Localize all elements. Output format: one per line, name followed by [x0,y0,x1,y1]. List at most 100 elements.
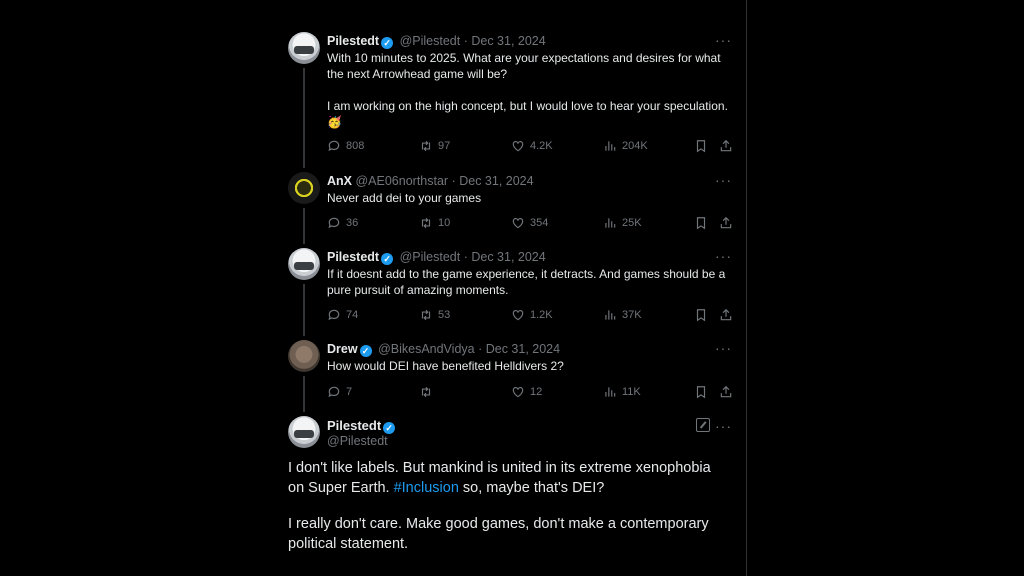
avatar[interactable] [288,248,320,280]
tweet-text: I don't like labels. But mankind is unit… [288,458,728,498]
bookmark-icon [694,385,708,399]
author-name[interactable]: Pilestedt [327,418,381,433]
more-options-icon[interactable]: ··· [715,340,732,356]
more-options-icon[interactable]: ··· [715,248,732,264]
tweet-text: With 10 minutes to 2025. What are your e… [327,50,737,130]
heart-icon [511,308,525,322]
reply-button[interactable]: 36 [327,216,358,230]
repost-icon [419,216,433,230]
heart-icon [511,385,525,399]
share-icon [719,139,733,153]
share-icon [719,385,733,399]
verified-badge-icon: ✓ [381,253,394,265]
reply-button[interactable]: 74 [327,308,358,322]
share-icon [719,308,733,322]
author-name[interactable]: Pilestedt [327,250,379,264]
repost-count: 97 [438,140,451,152]
tweet-actions: 74 53 1.2K 37K [327,308,737,324]
like-button[interactable]: 354 [511,216,548,230]
author-name[interactable]: Drew [327,342,358,356]
author-handle[interactable]: @Pilestedt [400,34,461,48]
views-button[interactable]: 37K [603,308,642,322]
thread-connector [303,376,305,412]
verified-badge-icon: ✓ [359,345,372,357]
tweet-header: Pilestedt ✓ [327,418,398,434]
verified-badge-icon: ✓ [383,422,396,434]
analytics-icon [603,308,617,322]
thread-connector [303,68,305,168]
views-button[interactable]: 11K [603,385,641,399]
avatar[interactable] [288,32,320,64]
conversation-thread: Pilestedt ✓ @Pilestedt · Dec 31, 2024 ···… [276,0,747,576]
bookmark-button[interactable] [694,139,708,153]
bookmark-icon [694,139,708,153]
repost-button[interactable]: 97 [419,139,450,153]
reply-count: 36 [346,217,359,229]
author-handle[interactable]: @Pilestedt [400,250,461,264]
repost-icon [419,385,433,399]
more-options-icon[interactable]: ··· [715,32,732,48]
grok-icon[interactable] [696,418,710,432]
tweet-date[interactable]: · Dec 31, 2024 [452,174,534,188]
like-count: 12 [530,386,543,398]
hashtag-link[interactable]: #Inclusion [394,480,459,496]
repost-button[interactable]: 10 [419,216,450,230]
tweet-date[interactable]: · Dec 31, 2024 [464,250,546,264]
bookmark-button[interactable] [694,308,708,322]
more-options-icon[interactable]: ··· [715,418,732,434]
author-name[interactable]: AnX [327,174,352,188]
tweet-header: AnX @AE06northstar · Dec 31, 2024 [327,173,534,189]
share-button[interactable] [719,216,733,230]
repost-count: 10 [438,217,451,229]
views-button[interactable]: 204K [603,139,648,153]
tweet-header: Pilestedt ✓ @Pilestedt · Dec 31, 2024 [327,249,546,265]
like-button[interactable]: 1.2K [511,308,553,322]
thread-connector [303,208,305,244]
thread-connector [303,284,305,336]
avatar[interactable] [288,416,320,448]
more-options-icon[interactable]: ··· [715,172,732,188]
author-handle[interactable]: @Pilestedt [327,434,388,448]
tweet-actions: 7 12 11K [327,385,737,401]
tweet-text: Never add dei to your games [327,191,482,205]
avatar[interactable] [288,172,320,204]
like-count: 4.2K [530,140,553,152]
repost-icon [419,139,433,153]
verified-badge-icon: ✓ [381,37,394,49]
reply-icon [327,216,341,230]
tweet-text: If it doesnt add to the game experience,… [327,267,729,297]
author-name[interactable]: Pilestedt [327,34,379,48]
author-handle[interactable]: @BikesAndVidya [378,342,475,356]
tweet-text-part: so, maybe that's DEI? [458,480,605,496]
like-button[interactable]: 12 [511,385,542,399]
repost-button[interactable]: 53 [419,308,450,322]
view-count: 37K [622,309,642,321]
share-icon [719,216,733,230]
tweet-actions: 36 10 354 25K [327,216,737,232]
reply-button[interactable]: 7 [327,385,352,399]
reply-button[interactable]: 808 [327,139,364,153]
tweet-date[interactable]: · Dec 31, 2024 [478,342,560,356]
reply-count: 7 [346,386,353,398]
tweet-date[interactable]: · Dec 31, 2024 [464,34,546,48]
analytics-icon [603,216,617,230]
bookmark-button[interactable] [694,385,708,399]
tweet-text: How would DEI have benefited Helldivers … [327,359,564,373]
like-count: 354 [530,217,549,229]
bookmark-button[interactable] [694,216,708,230]
tweet-header: Pilestedt ✓ @Pilestedt · Dec 31, 2024 [327,33,546,49]
analytics-icon [603,139,617,153]
reply-icon [327,139,341,153]
like-count: 1.2K [530,309,553,321]
like-button[interactable]: 4.2K [511,139,553,153]
repost-button[interactable] [419,385,438,399]
views-button[interactable]: 25K [603,216,642,230]
bookmark-icon [694,308,708,322]
bookmark-icon [694,216,708,230]
author-handle[interactable]: @AE06northstar [355,174,448,188]
share-button[interactable] [719,385,733,399]
share-button[interactable] [719,308,733,322]
avatar[interactable] [288,340,320,372]
share-button[interactable] [719,139,733,153]
view-count: 11K [622,386,641,398]
